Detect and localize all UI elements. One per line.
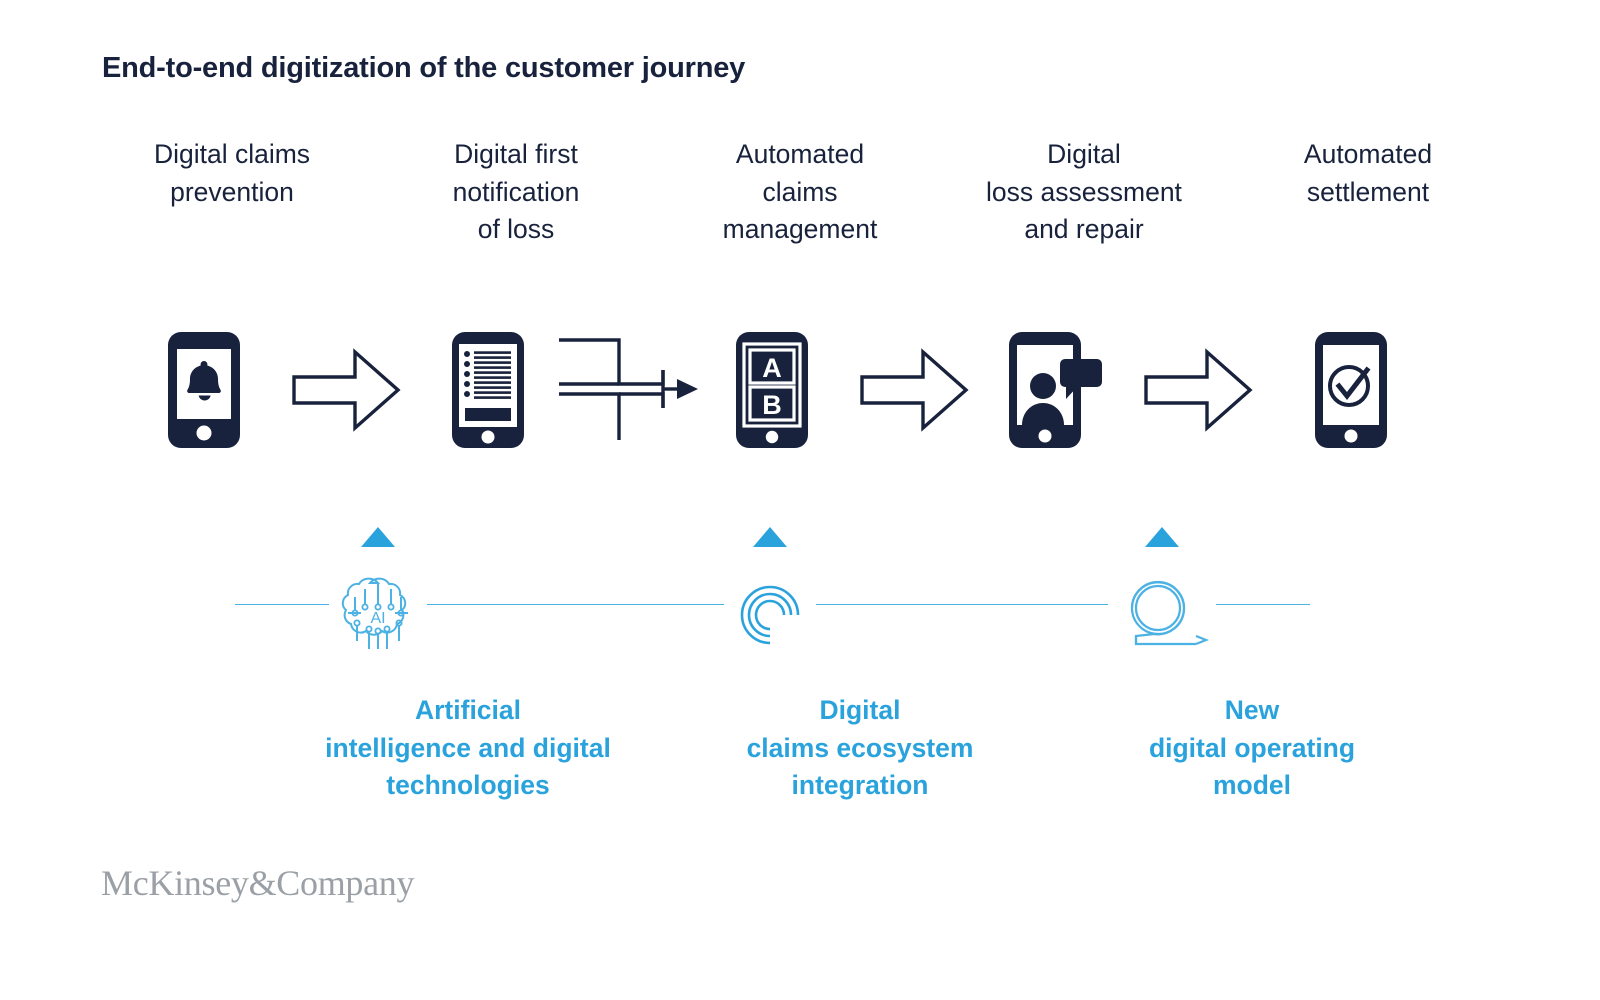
svg-text:A: A — [762, 353, 782, 383]
enabler-caption-1: Digital claims ecosystem integration — [746, 695, 974, 801]
phone-ab-icon: A B — [735, 331, 809, 449]
block-arrow-right-icon — [1144, 348, 1253, 432]
stage-icon-2: A B — [701, 300, 843, 480]
block-arrow-right-icon — [860, 348, 969, 432]
enabler-icon-row: AI — [90, 520, 1510, 660]
stage-label-2: Automated claims management — [722, 139, 878, 245]
merge-converge-icon — [557, 334, 703, 446]
phone-form-icon — [451, 331, 525, 449]
stage-label-1: Digital first notification of loss — [452, 139, 580, 245]
phone-check-icon — [1314, 331, 1388, 449]
connector-3 — [1127, 300, 1269, 480]
enabler-1 — [695, 520, 845, 660]
stage-icon-4 — [1280, 300, 1422, 480]
enabler-caption-2: New digital operating model — [1148, 695, 1356, 801]
enabler-2 — [1087, 520, 1237, 660]
enabler-0: AI — [303, 520, 453, 660]
concentric-arcs-icon — [724, 569, 816, 660]
stage-label-3: Digital loss assessment and repair — [986, 139, 1182, 245]
infographic-canvas: End-to-end digitization of the customer … — [0, 0, 1600, 1000]
page-title: End-to-end digitization of the customer … — [102, 52, 746, 84]
stage-label-0: Digital claims prevention — [153, 139, 311, 207]
loop-arrow-icon — [1108, 569, 1216, 660]
stage-icon-3 — [985, 300, 1127, 480]
triangle-up-marker — [753, 520, 787, 569]
triangle-up-marker — [1145, 520, 1179, 569]
ai-brain-label: AI — [370, 610, 385, 627]
mckinsey-logo: McKinsey&Company — [101, 863, 415, 903]
stage-icon-1 — [417, 300, 559, 480]
connector-1 — [559, 300, 701, 480]
stage-icon-0 — [133, 300, 275, 480]
triangle-up-marker — [361, 520, 395, 569]
stage-icon-row: A B — [90, 300, 1510, 480]
connector-2 — [843, 300, 985, 480]
phone-bell-icon — [167, 331, 241, 449]
ai-brain-icon: AI — [329, 569, 427, 660]
stage-header-row: Digital claims prevention Digital first no… — [90, 136, 1510, 256]
stage-label-4: Automated settlement — [1303, 139, 1433, 207]
enabler-caption-0: Artificial intelligence and digital techno… — [325, 695, 611, 801]
connector-0 — [275, 300, 417, 480]
svg-text:B: B — [762, 390, 782, 420]
block-arrow-right-icon — [292, 348, 401, 432]
enabler-caption-row: Artificial intelligence and digital techno… — [90, 692, 1510, 822]
phone-video-call-icon — [1008, 331, 1104, 449]
